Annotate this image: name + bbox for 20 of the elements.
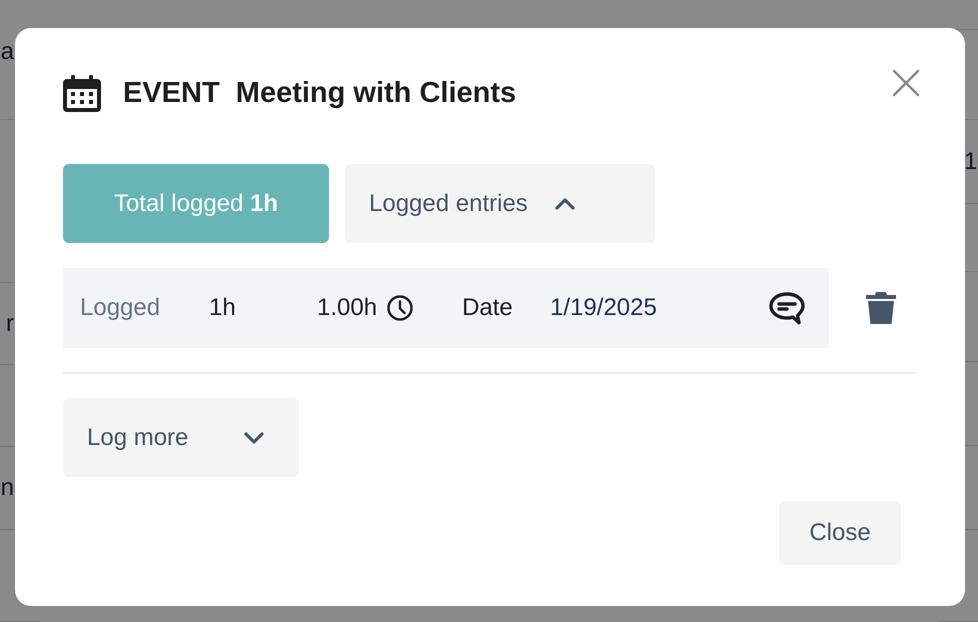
table-text: n [0,474,14,502]
date-label: Date [462,294,514,322]
chevron-up-icon [554,196,576,210]
logged-entries-button[interactable]: Logged entries [345,164,655,243]
logged-value: 1h [209,294,237,322]
table-text: a [0,38,14,66]
table-text: r [6,310,14,338]
clock-icon [386,294,414,322]
comment-icon[interactable] [768,291,806,325]
trash-icon[interactable] [865,291,897,325]
dialog-title: EVENT Meeting with Clients [123,76,516,110]
logged-label: Logged [80,294,162,322]
date-value: 1/19/2025 [550,294,657,322]
close-button[interactable]: Close [779,501,901,565]
log-more-button[interactable]: Log more [63,398,299,477]
close-icon[interactable] [891,68,921,98]
calendar-icon [63,74,101,112]
table-text: 1 [964,148,978,176]
chevron-down-icon [243,430,265,444]
hours-value: 1.00h [317,294,378,322]
